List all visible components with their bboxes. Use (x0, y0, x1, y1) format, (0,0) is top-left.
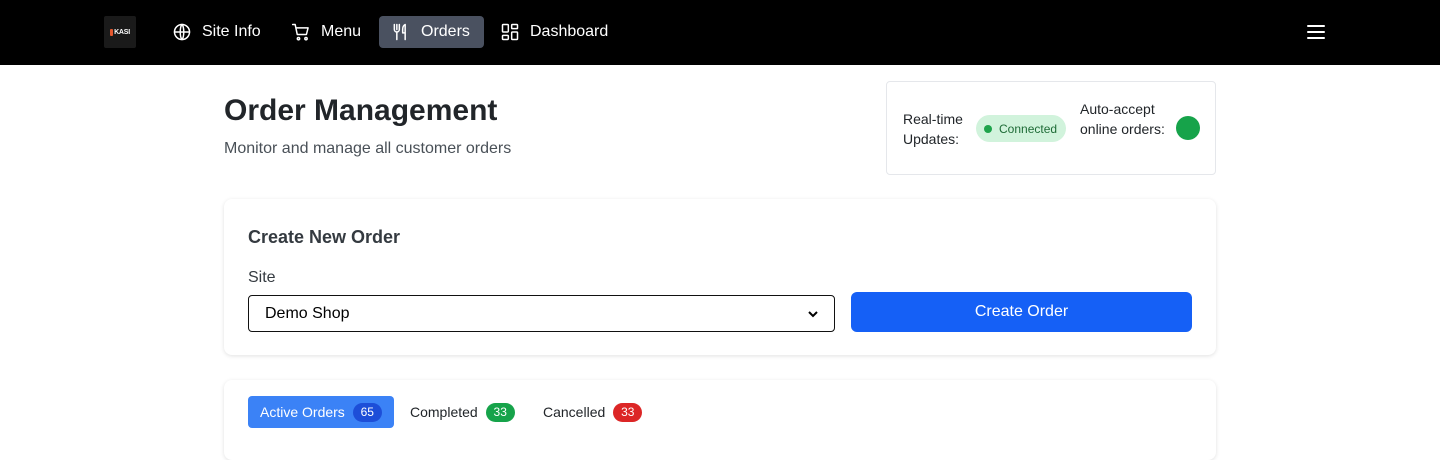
nav-item-label: Orders (421, 23, 470, 40)
hamburger-menu-icon[interactable] (1304, 21, 1328, 43)
page-subtitle: Monitor and manage all customer orders (224, 140, 512, 157)
page-title: Order Management (224, 94, 498, 127)
nav-item-label: Dashboard (530, 23, 609, 40)
logo-text: KASI (114, 28, 130, 36)
auto-accept-toggle[interactable] (1176, 116, 1200, 140)
nav-item-site-info[interactable]: Site Info (160, 16, 273, 48)
nav-item-dashboard[interactable]: Dashboard (488, 16, 620, 48)
create-order-title: Create New Order (248, 227, 401, 247)
utensils-icon (393, 23, 406, 41)
tab-count-badge: 65 (352, 402, 382, 422)
tab-label: Cancelled (543, 404, 606, 420)
dashboard-icon (501, 23, 519, 41)
top-navbar: KASI Site Info Menu Orders Dashboard (0, 0, 1440, 65)
tab-completed[interactable]: Completed 33 (398, 396, 527, 428)
tab-label: Active Orders (260, 404, 345, 420)
site-label: Site (248, 269, 276, 286)
nav-item-label: Site Info (202, 23, 261, 40)
connection-status-text: Connected (999, 121, 1058, 136)
cart-icon (291, 23, 309, 41)
brand-logo[interactable]: KASI (104, 16, 136, 48)
create-order-card: Create New Order Site Demo Shop Create O… (224, 199, 1216, 355)
connection-status-badge: Connected (976, 115, 1067, 142)
nav-item-menu[interactable]: Menu (279, 16, 373, 48)
status-card: Real-time Updates: Connected Auto-accept… (886, 81, 1216, 175)
auto-accept-label: Auto-accept online orders: (1080, 101, 1165, 137)
tab-count-badge: 33 (613, 402, 643, 422)
globe-icon (173, 23, 191, 41)
site-select[interactable]: Demo Shop (248, 295, 835, 332)
logo-mark: KASI (110, 28, 130, 36)
nav-item-label: Menu (321, 23, 362, 40)
tab-cancelled[interactable]: Cancelled 33 (531, 396, 654, 428)
connection-dot-icon (984, 124, 992, 133)
chevron-down-icon (808, 310, 818, 317)
realtime-updates-label: Real-time Updates: (903, 111, 963, 147)
create-order-button[interactable]: Create Order (851, 292, 1192, 332)
site-select-value: Demo Shop (265, 304, 350, 322)
order-tabs-card: Active Orders 65 Completed 33 Cancelled … (224, 380, 1216, 460)
tab-active-orders[interactable]: Active Orders 65 (248, 396, 394, 428)
tab-count-badge: 33 (485, 402, 515, 422)
tab-label: Completed (410, 404, 478, 420)
nav-item-orders[interactable]: Orders (379, 16, 484, 48)
